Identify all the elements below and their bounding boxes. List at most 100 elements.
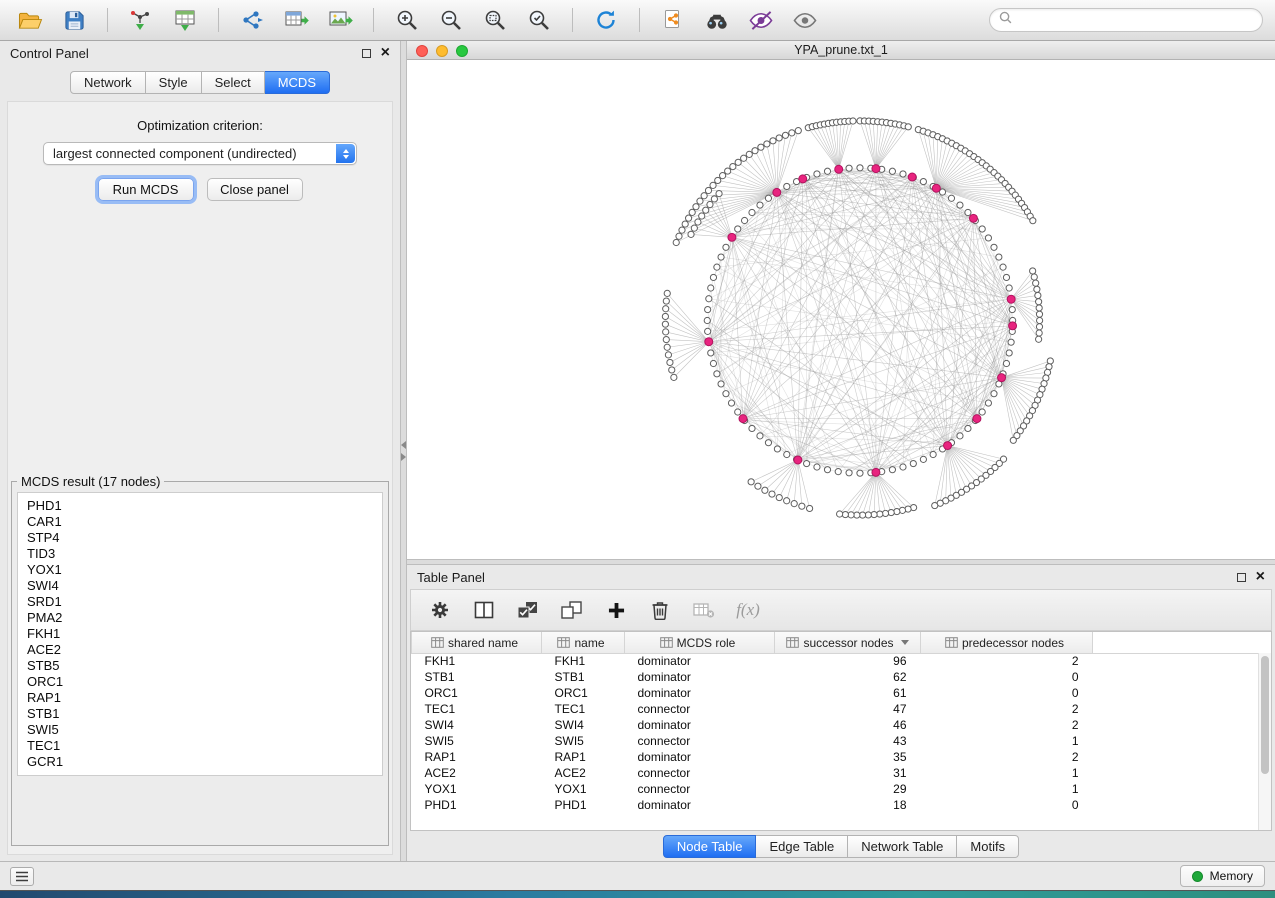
network-view[interactable] bbox=[407, 60, 1275, 559]
table-row[interactable]: TEC1TEC1connector472 bbox=[412, 701, 1272, 717]
column-header-MCDS-role[interactable]: MCDS role bbox=[625, 632, 775, 653]
select-all-rows-icon[interactable] bbox=[513, 595, 543, 625]
vertical-splitter[interactable] bbox=[400, 41, 407, 861]
save-session-icon[interactable] bbox=[56, 5, 92, 35]
close-table-panel-icon[interactable]: × bbox=[1256, 571, 1265, 583]
zoom-in-icon[interactable] bbox=[389, 5, 425, 35]
table-row[interactable]: RAP1RAP1dominator352 bbox=[412, 749, 1272, 765]
float-panel-icon[interactable] bbox=[362, 49, 371, 58]
table-row[interactable]: SWI4SWI4dominator462 bbox=[412, 717, 1272, 733]
mcds-result-item[interactable]: GCR1 bbox=[27, 754, 373, 770]
import-network-icon[interactable] bbox=[123, 5, 159, 35]
function-builder-icon[interactable]: f(x) bbox=[733, 595, 763, 625]
mcds-result-item[interactable]: TID3 bbox=[27, 546, 373, 562]
fx-label: f(x) bbox=[736, 600, 760, 620]
delete-row-icon[interactable] bbox=[645, 595, 675, 625]
tab-select[interactable]: Select bbox=[202, 71, 265, 94]
zoom-selected-icon[interactable] bbox=[521, 5, 557, 35]
column-header-successor-nodes[interactable]: successor nodes bbox=[775, 632, 921, 653]
mcds-result-item[interactable]: SWI4 bbox=[27, 578, 373, 594]
show-columns-icon[interactable] bbox=[469, 595, 499, 625]
table-row[interactable]: ACE2ACE2connector311 bbox=[412, 765, 1272, 781]
table-row[interactable]: PHD1PHD1dominator180 bbox=[412, 797, 1272, 813]
mcds-result-item[interactable]: PHD1 bbox=[27, 498, 373, 514]
mcds-result-item[interactable]: ORC1 bbox=[27, 674, 373, 690]
mcds-result-item[interactable]: STP4 bbox=[27, 530, 373, 546]
cell-name: YOX1 bbox=[542, 781, 625, 797]
cell-filler bbox=[1093, 749, 1272, 765]
export-network-icon[interactable] bbox=[234, 5, 270, 35]
vizmapper-icon[interactable] bbox=[743, 5, 779, 35]
table-row[interactable]: STB1STB1dominator620 bbox=[412, 669, 1272, 685]
show-hide-icon[interactable] bbox=[787, 5, 823, 35]
column-header-predecessor-nodes[interactable]: predecessor nodes bbox=[921, 632, 1093, 653]
search-box[interactable] bbox=[989, 8, 1263, 32]
run-mcds-button[interactable]: Run MCDS bbox=[98, 178, 194, 201]
mcds-result-item[interactable]: FKH1 bbox=[27, 626, 373, 642]
tab-style[interactable]: Style bbox=[146, 71, 202, 94]
window-zoom-button[interactable] bbox=[456, 45, 468, 57]
cell-name: SWI4 bbox=[542, 717, 625, 733]
export-image-icon[interactable] bbox=[322, 5, 358, 35]
table-tab-edge-table[interactable]: Edge Table bbox=[756, 835, 848, 858]
mcds-result-item[interactable]: CAR1 bbox=[27, 514, 373, 530]
table-tab-network-table[interactable]: Network Table bbox=[848, 835, 957, 858]
mcds-result-item[interactable]: SRD1 bbox=[27, 594, 373, 610]
menu-icon[interactable] bbox=[10, 867, 34, 886]
clear-table-icon[interactable] bbox=[689, 595, 719, 625]
table-row[interactable]: FKH1FKH1dominator962 bbox=[412, 653, 1272, 669]
network-window-titlebar[interactable]: YPA_prune.txt_1 bbox=[407, 41, 1275, 60]
mcds-result-group: MCDS result (17 nodes) PHD1CAR1STP4TID3Y… bbox=[11, 474, 389, 846]
table-tab-node-table[interactable]: Node Table bbox=[663, 835, 757, 858]
add-row-icon[interactable] bbox=[601, 595, 631, 625]
refresh-icon[interactable] bbox=[588, 5, 624, 35]
table-tab-motifs[interactable]: Motifs bbox=[957, 835, 1019, 858]
cell-MCDS-role: dominator bbox=[625, 749, 775, 765]
table-row[interactable]: ORC1ORC1dominator610 bbox=[412, 685, 1272, 701]
column-header-name[interactable]: name bbox=[542, 632, 625, 653]
search-input[interactable] bbox=[1018, 13, 1253, 27]
memory-button[interactable]: Memory bbox=[1180, 865, 1265, 887]
deselect-all-rows-icon[interactable] bbox=[557, 595, 587, 625]
table-row[interactable]: YOX1YOX1connector291 bbox=[412, 781, 1272, 797]
mcds-result-item[interactable]: PMA2 bbox=[27, 610, 373, 626]
close-mcds-panel-button[interactable]: Close panel bbox=[207, 178, 303, 201]
cell-filler bbox=[1093, 685, 1272, 701]
mcds-result-item[interactable]: RAP1 bbox=[27, 690, 373, 706]
import-table-icon[interactable] bbox=[167, 5, 203, 35]
network-canvas bbox=[407, 60, 1275, 559]
criterion-select[interactable]: largest connected component (undirected) bbox=[43, 142, 357, 165]
collapse-right-icon[interactable] bbox=[401, 453, 406, 461]
mcds-result-item[interactable]: ACE2 bbox=[27, 642, 373, 658]
open-file-icon[interactable] bbox=[12, 5, 48, 35]
window-minimize-button[interactable] bbox=[436, 45, 448, 57]
share-document-icon[interactable] bbox=[655, 5, 691, 35]
column-header-shared-name[interactable]: shared name bbox=[412, 632, 542, 653]
mcds-result-list[interactable]: PHD1CAR1STP4TID3YOX1SWI4SRD1PMA2FKH1ACE2… bbox=[17, 492, 383, 776]
tab-mcds[interactable]: MCDS bbox=[265, 71, 330, 94]
tab-network[interactable]: Network bbox=[70, 71, 146, 94]
cell-MCDS-role: connector bbox=[625, 765, 775, 781]
column-settings-icon[interactable] bbox=[425, 595, 455, 625]
table-scrollbar[interactable] bbox=[1258, 653, 1271, 830]
zoom-out-icon[interactable] bbox=[433, 5, 469, 35]
find-icon[interactable] bbox=[699, 5, 735, 35]
mcds-result-item[interactable]: SWI5 bbox=[27, 722, 373, 738]
table-scrollbar-thumb[interactable] bbox=[1261, 656, 1269, 774]
mcds-result-item[interactable]: STB5 bbox=[27, 658, 373, 674]
cell-MCDS-role: dominator bbox=[625, 653, 775, 669]
collapse-left-icon[interactable] bbox=[401, 441, 406, 449]
network-window: YPA_prune.txt_1 bbox=[407, 41, 1275, 559]
table-row[interactable]: SWI5SWI5connector431 bbox=[412, 733, 1272, 749]
optimization-criterion-label: Optimization criterion: bbox=[137, 118, 263, 133]
mcds-result-item[interactable]: YOX1 bbox=[27, 562, 373, 578]
export-table-icon[interactable] bbox=[278, 5, 314, 35]
float-table-panel-icon[interactable] bbox=[1237, 573, 1246, 582]
mcds-result-item[interactable]: STB1 bbox=[27, 706, 373, 722]
window-close-button[interactable] bbox=[416, 45, 428, 57]
mcds-result-item[interactable]: TEC1 bbox=[27, 738, 373, 754]
close-panel-icon[interactable]: × bbox=[381, 47, 390, 59]
cell-shared-name: PHD1 bbox=[412, 797, 542, 813]
cell-successor-nodes: 46 bbox=[775, 717, 921, 733]
zoom-fit-icon[interactable] bbox=[477, 5, 513, 35]
